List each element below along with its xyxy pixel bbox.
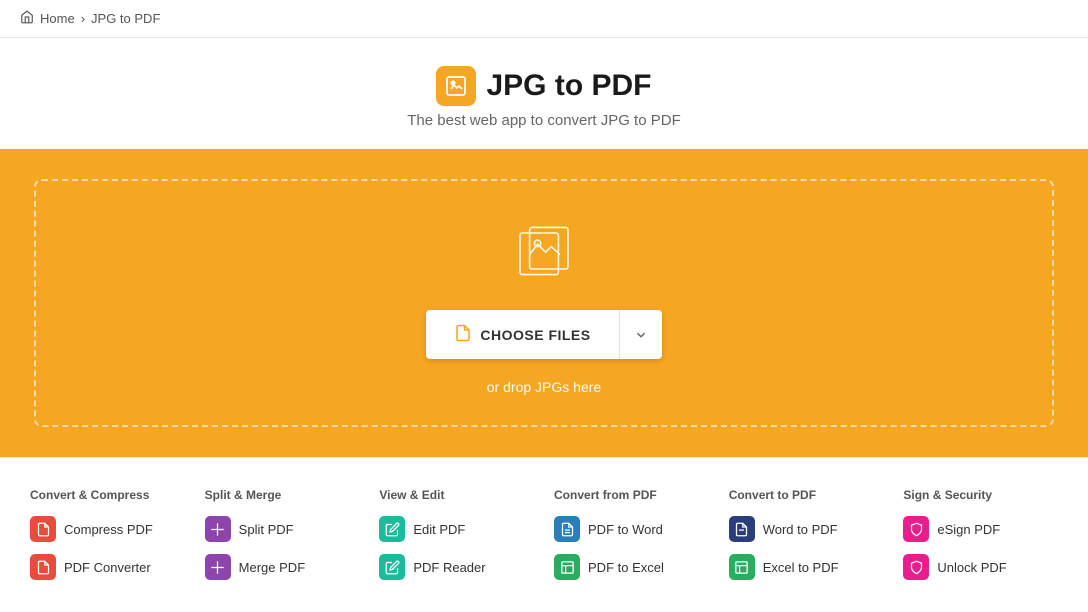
tools-grid: Convert & Compress Compress PDF PDF Conver…: [20, 488, 1068, 592]
tools-column: Split & Merge Split PDF Merge PDF: [195, 488, 370, 592]
tool-item[interactable]: Edit PDF: [379, 516, 534, 542]
tool-icon: [903, 554, 929, 580]
tool-item[interactable]: PDF to Word: [554, 516, 709, 542]
tool-label: PDF Converter: [64, 560, 151, 575]
tool-icon: [379, 554, 405, 580]
tool-icon: [554, 516, 580, 542]
tool-label: PDF Reader: [413, 560, 485, 575]
tool-icon: [205, 554, 231, 580]
tool-item[interactable]: PDF to Excel: [554, 554, 709, 580]
choose-files-label: CHOOSE FILES: [480, 327, 590, 343]
tools-column: Convert from PDF PDF to Word PDF to Excel: [544, 488, 719, 592]
page-subtitle: The best web app to convert JPG to PDF: [20, 112, 1068, 129]
tool-label: Unlock PDF: [937, 560, 1006, 575]
tool-label: eSign PDF: [937, 522, 1000, 537]
breadcrumb-current: JPG to PDF: [91, 11, 160, 26]
tools-column: View & Edit Edit PDF PDF Reader: [369, 488, 544, 592]
tool-label: PDF to Excel: [588, 560, 664, 575]
tools-column: Convert & Compress Compress PDF PDF Conver…: [20, 488, 195, 592]
tools-column: Convert to PDF Word to PDF Excel to PDF: [719, 488, 894, 592]
dropzone[interactable]: CHOOSE FILES or drop JPGs here: [34, 179, 1054, 427]
tool-icon: [30, 516, 56, 542]
tool-icon: [30, 554, 56, 580]
tools-column: Sign & Security eSign PDF Unlock PDF: [893, 488, 1068, 592]
home-icon: [20, 10, 34, 27]
tool-label: PDF to Word: [588, 522, 663, 537]
drop-hint: or drop JPGs here: [487, 379, 601, 395]
tools-column-title: Sign & Security: [903, 488, 1058, 502]
tool-item[interactable]: PDF Converter: [30, 554, 185, 580]
tool-item[interactable]: PDF Reader: [379, 554, 534, 580]
tools-column-title: Convert from PDF: [554, 488, 709, 502]
breadcrumb-separator: ›: [81, 11, 85, 26]
tool-item[interactable]: Merge PDF: [205, 554, 360, 580]
tool-label: Edit PDF: [413, 522, 465, 537]
tool-label: Word to PDF: [763, 522, 838, 537]
tool-label: Split PDF: [239, 522, 294, 537]
choose-files-button[interactable]: CHOOSE FILES: [426, 310, 618, 359]
breadcrumb-home[interactable]: Home: [40, 11, 75, 26]
breadcrumb: Home › JPG to PDF: [0, 0, 1088, 38]
tool-icon: [554, 554, 580, 580]
file-icon: [454, 324, 472, 345]
tool-item[interactable]: Split PDF: [205, 516, 360, 542]
tool-label: Excel to PDF: [763, 560, 839, 575]
app-icon: [436, 66, 476, 106]
drop-image-icon: [512, 221, 576, 290]
tool-item[interactable]: Compress PDF: [30, 516, 185, 542]
tool-icon: [729, 516, 755, 542]
tool-item[interactable]: Excel to PDF: [729, 554, 884, 580]
dropzone-wrapper: CHOOSE FILES or drop JPGs here: [0, 149, 1088, 457]
tool-icon: [903, 516, 929, 542]
tool-label: Merge PDF: [239, 560, 305, 575]
choose-files-dropdown[interactable]: [619, 310, 662, 359]
tool-item[interactable]: Word to PDF: [729, 516, 884, 542]
choose-files-group: CHOOSE FILES: [426, 310, 661, 359]
page-header: JPG to PDF The best web app to convert J…: [0, 38, 1088, 149]
tools-section: Convert & Compress Compress PDF PDF Conver…: [0, 458, 1088, 612]
tools-column-title: Split & Merge: [205, 488, 360, 502]
tool-icon: [379, 516, 405, 542]
tools-column-title: Convert & Compress: [30, 488, 185, 502]
tools-column-title: Convert to PDF: [729, 488, 884, 502]
tool-icon: [205, 516, 231, 542]
tool-item[interactable]: Unlock PDF: [903, 554, 1058, 580]
tool-label: Compress PDF: [64, 522, 153, 537]
tool-item[interactable]: eSign PDF: [903, 516, 1058, 542]
page-title: JPG to PDF: [486, 69, 651, 103]
tools-column-title: View & Edit: [379, 488, 534, 502]
tool-icon: [729, 554, 755, 580]
